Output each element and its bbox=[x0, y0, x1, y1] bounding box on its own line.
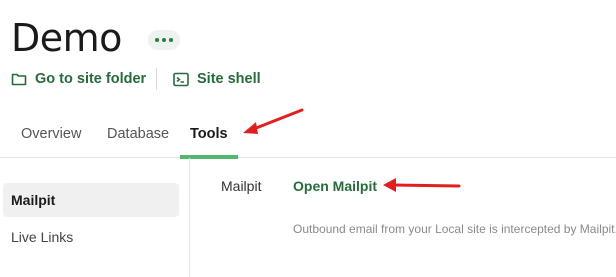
site-shell-link[interactable]: Site shell bbox=[173, 69, 261, 89]
tab-database[interactable]: Database bbox=[107, 123, 169, 145]
more-options-button[interactable] bbox=[148, 30, 180, 50]
sidebar-item-mailpit[interactable]: Mailpit bbox=[3, 183, 179, 217]
tab-overview[interactable]: Overview bbox=[21, 123, 81, 145]
action-divider bbox=[156, 68, 157, 90]
open-mailpit-link[interactable]: Open Mailpit bbox=[293, 177, 377, 195]
sidebar-divider bbox=[189, 158, 190, 277]
tabs-divider bbox=[0, 157, 616, 158]
arrow-to-tools-tab bbox=[243, 108, 304, 134]
site-title: Demo bbox=[11, 16, 122, 60]
ellipsis-dot bbox=[169, 38, 173, 42]
tab-tools[interactable]: Tools bbox=[190, 123, 228, 145]
tool-description: Outbound email from your Local site is i… bbox=[293, 222, 616, 236]
terminal-icon bbox=[173, 72, 189, 87]
go-to-site-folder-link[interactable]: Go to site folder bbox=[11, 69, 146, 89]
ellipsis-icon bbox=[155, 38, 159, 42]
ellipsis-dot bbox=[162, 38, 166, 42]
arrow-to-open-mailpit bbox=[383, 178, 461, 192]
sidebar-item-live-links[interactable]: Live Links bbox=[3, 220, 179, 254]
site-shell-label: Site shell bbox=[197, 71, 261, 87]
folder-icon bbox=[11, 72, 27, 86]
go-to-site-folder-label: Go to site folder bbox=[35, 71, 147, 87]
tool-name-label: Mailpit bbox=[221, 178, 262, 194]
